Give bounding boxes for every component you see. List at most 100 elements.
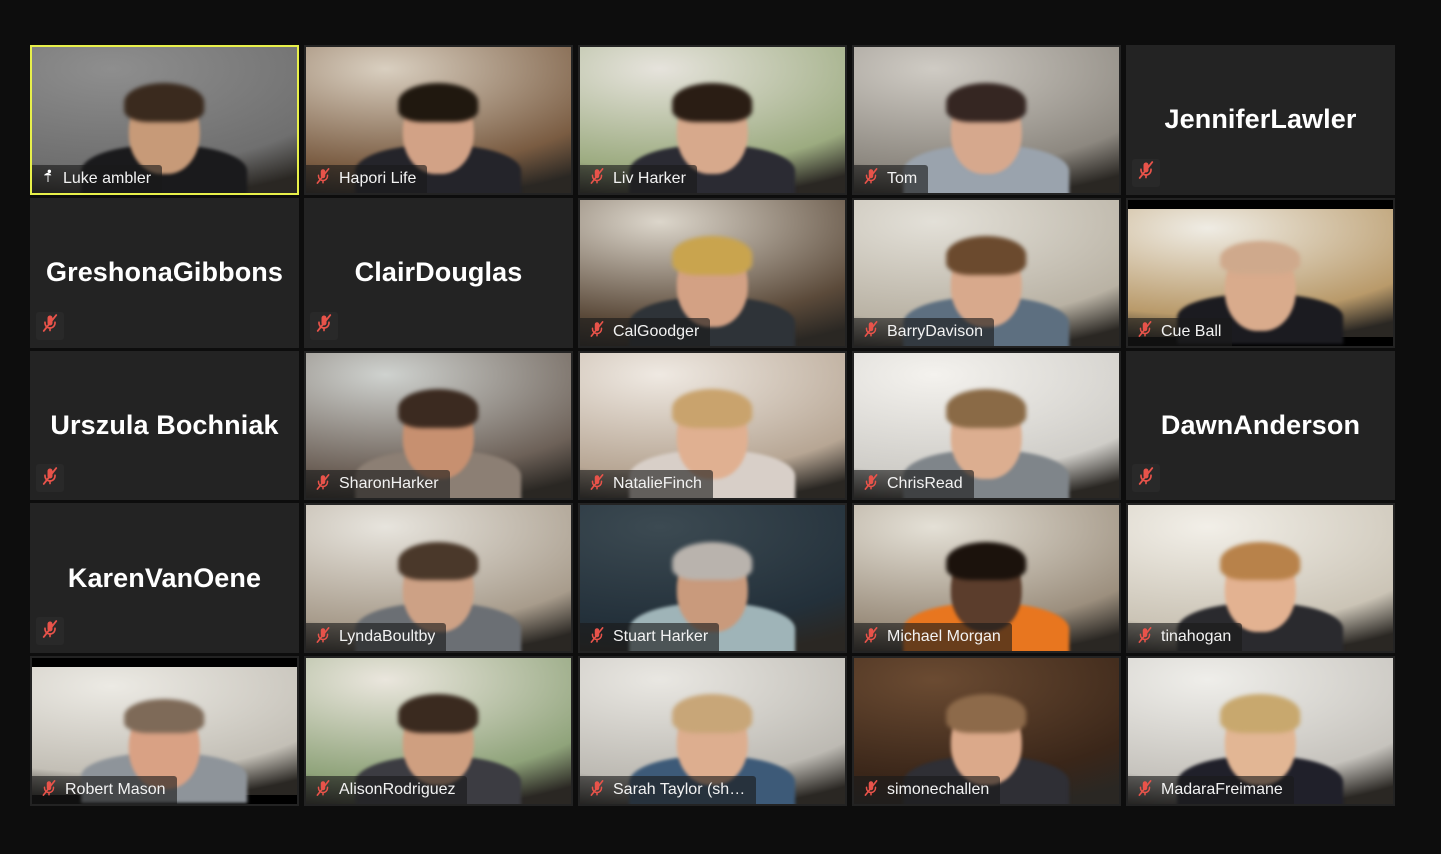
participant-label: Tom [854, 164, 929, 193]
mic-muted-icon [588, 473, 606, 496]
participant-tile[interactable]: Luke ambler [30, 45, 299, 195]
participant-name: BarryDavison [887, 323, 984, 340]
participant-name: tinahogan [1161, 629, 1232, 646]
participant-tile[interactable]: Hapori Life [304, 45, 573, 195]
participant-placeholder: ClairDouglas [306, 199, 571, 346]
mic-muted-icon [862, 626, 880, 649]
participant-label: MadaraFreimane [1128, 776, 1294, 804]
participant-label: CalGoodger [580, 317, 711, 346]
mic-muted-icon [1136, 626, 1154, 649]
mic-muted-icon [40, 466, 60, 491]
participant-name: Stuart Harker [613, 629, 709, 646]
participant-grid: Luke ambler Hapori Life Liv Harker Tom Jenni… [30, 45, 1395, 806]
participant-mute-badge [1132, 158, 1160, 187]
zoom-gallery-view: Luke ambler Hapori Life Liv Harker Tom Jenni… [0, 0, 1441, 854]
mic-muted-icon [1136, 466, 1156, 491]
participant-tile[interactable]: Tom [852, 45, 1121, 195]
mic-muted-icon [1136, 320, 1154, 343]
participant-silhouette [903, 83, 1070, 193]
mic-muted-icon [1136, 160, 1156, 185]
mic-muted-icon [314, 779, 332, 802]
mic-muted-icon [40, 313, 60, 338]
participant-label: Hapori Life [306, 164, 428, 193]
mic-muted-icon [40, 779, 58, 802]
participant-label: Stuart Harker [580, 623, 720, 652]
participant-name: LyndaBoultby [339, 629, 436, 646]
mic-muted-icon [588, 779, 606, 802]
participant-label: Robert Mason [32, 776, 177, 804]
participant-name: KarenVanOene [67, 562, 262, 593]
mic-muted-icon [40, 619, 60, 644]
participant-tile[interactable]: Cue Ball [1126, 197, 1395, 348]
participant-tile[interactable]: KarenVanOene [30, 503, 299, 654]
mic-muted-icon [314, 473, 332, 496]
participant-label: BarryDavison [854, 317, 995, 346]
participant-tile[interactable]: Liv Harker [578, 45, 847, 195]
participant-name: simonechallen [887, 782, 990, 798]
participant-name: ChrisRead [887, 476, 963, 493]
mic-muted-icon [862, 320, 880, 343]
participant-tile[interactable]: Robert Mason [30, 656, 299, 806]
participant-mute-badge [1132, 464, 1160, 493]
mic-muted-icon [862, 473, 880, 496]
pin-icon [40, 168, 56, 189]
mic-muted-icon [314, 167, 332, 190]
participant-label: simonechallen [854, 776, 1001, 804]
participant-placeholder: GreshonaGibbons [32, 199, 297, 346]
participant-name: NatalieFinch [613, 476, 702, 493]
participant-name: AlisonRodriguez [339, 782, 456, 798]
participant-mute-badge [36, 311, 64, 340]
participant-name: Liv Harker [613, 170, 686, 187]
participant-tile[interactable]: ChrisRead [852, 350, 1121, 501]
participant-mute-badge [310, 311, 338, 340]
participant-label: AlisonRodriguez [306, 776, 467, 804]
mic-muted-icon [588, 167, 606, 190]
participant-tile[interactable]: SharonHarker [304, 350, 573, 501]
participant-label: SharonHarker [306, 470, 450, 499]
participant-name: DawnAnderson [1160, 409, 1361, 440]
participant-label: NatalieFinch [580, 470, 713, 499]
participant-name: JenniferLawler [1164, 104, 1357, 135]
participant-tile[interactable]: Stuart Harker [578, 503, 847, 654]
participant-label: Michael Morgan [854, 623, 1012, 652]
mic-muted-icon [588, 320, 606, 343]
participant-label: tinahogan [1128, 623, 1243, 652]
participant-tile[interactable]: DawnAnderson [1126, 350, 1395, 501]
participant-tile[interactable]: NatalieFinch [578, 350, 847, 501]
mic-muted-icon [314, 313, 334, 338]
participant-tile[interactable]: Michael Morgan [852, 503, 1121, 654]
participant-tile[interactable]: AlisonRodriguez [304, 656, 573, 806]
participant-name: Sarah Taylor (sh… [613, 782, 746, 798]
participant-placeholder: JenniferLawler [1128, 47, 1393, 193]
participant-placeholder: KarenVanOene [32, 505, 297, 652]
participant-tile[interactable]: Urszula Bochniak [30, 350, 299, 501]
participant-tile[interactable]: JenniferLawler [1126, 45, 1395, 195]
participant-name: CalGoodger [613, 323, 700, 340]
participant-tile[interactable]: simonechallen [852, 656, 1121, 806]
participant-placeholder: DawnAnderson [1128, 352, 1393, 499]
participant-tile[interactable]: MadaraFreimane [1126, 656, 1395, 806]
participant-tile[interactable]: CalGoodger [578, 197, 847, 348]
participant-name: Robert Mason [65, 782, 166, 798]
participant-name: SharonHarker [339, 476, 439, 493]
mic-muted-icon [1136, 779, 1154, 802]
participant-name: Luke ambler [63, 170, 152, 187]
participant-name: ClairDouglas [354, 257, 523, 288]
participant-tile[interactable]: tinahogan [1126, 503, 1395, 654]
mic-muted-icon [862, 167, 880, 190]
participant-tile[interactable]: GreshonaGibbons [30, 197, 299, 348]
participant-name: Hapori Life [339, 170, 417, 187]
participant-mute-badge [36, 617, 64, 646]
participant-label: Cue Ball [1128, 317, 1233, 346]
participant-name: MadaraFreimane [1161, 782, 1283, 798]
participant-label: Luke ambler [32, 164, 163, 193]
participant-tile[interactable]: BarryDavison [852, 197, 1121, 348]
participant-tile[interactable]: Sarah Taylor (sh… [578, 656, 847, 806]
participant-name: GreshonaGibbons [45, 257, 284, 288]
mic-muted-icon [588, 626, 606, 649]
mic-muted-icon [314, 626, 332, 649]
participant-tile[interactable]: LyndaBoultby [304, 503, 573, 654]
participant-tile[interactable]: ClairDouglas [304, 197, 573, 348]
participant-name: Urszula Bochniak [50, 409, 279, 440]
participant-name: Tom [887, 170, 918, 187]
